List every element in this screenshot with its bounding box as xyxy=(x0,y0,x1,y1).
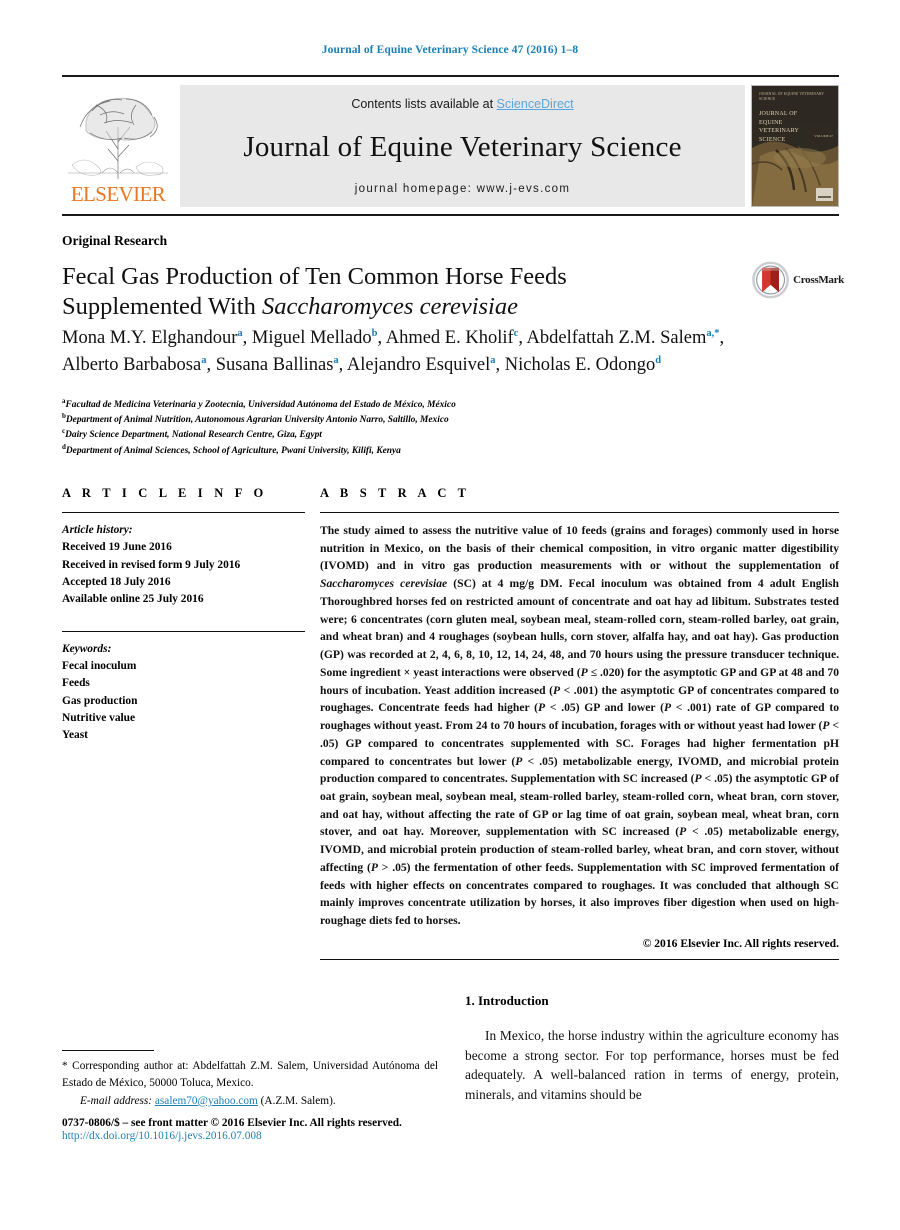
email-suffix: (A.Z.M. Salem). xyxy=(257,1094,336,1107)
abstract-text: The study aimed to assess the nutritive … xyxy=(320,522,839,930)
email-link[interactable]: asalem70@yahoo.com xyxy=(155,1095,258,1107)
cover-elsevier-mark xyxy=(816,188,833,201)
crossmark-badge[interactable]: CrossMark xyxy=(752,258,844,302)
title-line-2-prefix: Supplemented With xyxy=(62,292,262,320)
author-affil-mark[interactable]: a xyxy=(490,355,495,366)
history-item: Available online 25 July 2016 xyxy=(62,593,204,606)
keywords-block: Keywords: Fecal inoculum Feeds Gas produ… xyxy=(62,641,305,745)
keywords-rule xyxy=(62,630,305,632)
keywords-heading: Keywords: xyxy=(62,642,112,655)
sciencedirect-link[interactable]: ScienceDirect xyxy=(497,97,574,111)
title-line-1: Fecal Gas Production of Ten Common Horse… xyxy=(62,263,567,290)
abstract-top-rule xyxy=(320,512,839,513)
abstract-species: Saccharomyces cerevisiae xyxy=(320,577,448,591)
history-item: Received 19 June 2016 xyxy=(62,541,172,554)
affiliation-item: bDepartment of Animal Nutrition, Autonom… xyxy=(62,413,762,428)
author-affil-mark[interactable]: b xyxy=(372,328,378,339)
cover-top-text: JOURNAL OF EQUINE VETERINARY SCIENCE xyxy=(759,92,825,102)
author-list: Mona M.Y. Elghandoura, Miguel Melladob, … xyxy=(62,327,725,375)
author-name: Alberto Barbabosa xyxy=(62,354,202,375)
author-name: Miguel Mellado xyxy=(251,328,372,348)
author-name: Mona M.Y. Elghandour xyxy=(62,328,238,348)
author-name: Susana Ballinas xyxy=(215,354,334,375)
affiliation-item: cDairy Science Department, National Rese… xyxy=(62,428,762,443)
author-affil-mark[interactable]: a xyxy=(201,355,206,366)
cover-volume-label: VOLUME 47 xyxy=(814,134,833,138)
author-name: Abdelfattah Z.M. Salem xyxy=(526,328,707,348)
affiliation-text: Dairy Science Department, National Resea… xyxy=(65,430,322,441)
abstract-pvalue: P xyxy=(552,683,561,697)
history-item: Received in revised form 9 July 2016 xyxy=(62,558,241,571)
email-label: E-mail address: xyxy=(80,1094,153,1107)
issn-copyright-line: 0737-0806/$ – see front matter © 2016 El… xyxy=(62,1117,402,1129)
contents-available-line: Contents lists available at ScienceDirec… xyxy=(351,97,573,111)
article-info-column: A R T I C L E I N F O Article history: R… xyxy=(62,486,305,745)
affiliation-item: dDepartment of Animal Sciences, School o… xyxy=(62,443,762,459)
running-head: Journal of Equine Veterinary Science 47 … xyxy=(321,44,579,56)
article-history-block: Article history: Received 19 June 2016 R… xyxy=(62,522,305,609)
keyword-item: Yeast xyxy=(62,729,88,742)
abstract-bottom-rule xyxy=(320,958,839,960)
author-name: Ahmed E. Kholif xyxy=(385,328,514,348)
keyword-item: Nutritive value xyxy=(62,711,136,724)
author-affil-mark[interactable]: a,* xyxy=(706,328,719,339)
elsevier-tree-icon xyxy=(68,97,168,179)
corresponding-author-footnote: * Corresponding author at: Abdelfattah Z… xyxy=(62,1050,438,1110)
affiliation-text: Department of Animal Sciences, School of… xyxy=(65,445,401,456)
keyword-item: Gas production xyxy=(62,694,138,707)
contents-prefix: Contents lists available at xyxy=(351,97,497,111)
abstract-seg: > .05) the fermentation of other feeds. … xyxy=(320,860,839,928)
introduction-heading: 1. Introduction xyxy=(465,993,549,1008)
author-affil-mark[interactable]: a xyxy=(237,328,242,339)
imprint-block: 0737-0806/$ – see front matter © 2016 El… xyxy=(62,1117,482,1142)
abstract-pvalue: P xyxy=(663,701,672,715)
abstract-copyright: © 2016 Elsevier Inc. All rights reserved… xyxy=(642,936,839,950)
corresponding-author-text: * Corresponding author at: Abdelfattah Z… xyxy=(62,1060,438,1089)
abstract-pvalue: P xyxy=(580,665,588,679)
abstract-pvalue: P xyxy=(694,772,702,786)
cover-title-text: JOURNAL OF EQUINE VETERINARY SCIENCE xyxy=(759,111,799,144)
author-name: Alejandro Esquivel xyxy=(346,354,491,375)
footnote-rule xyxy=(62,1050,154,1051)
abstract-seg: The study aimed to assess the nutritive … xyxy=(320,524,839,573)
abstract-seg: < .05) GP and lower ( xyxy=(545,701,664,715)
affiliation-text: Facultad de Medicina Veterinaria y Zoote… xyxy=(65,400,456,410)
affiliation-text: Department of Animal Nutrition, Autonomo… xyxy=(65,415,449,426)
keyword-item: Fecal inoculum xyxy=(62,659,137,672)
affiliation-list: aFacultad de Medicina Veterinaria y Zoot… xyxy=(62,397,762,459)
masthead-bottom-rule xyxy=(62,214,839,216)
keyword-item: Feeds xyxy=(62,677,90,690)
article-history-heading: Article history: xyxy=(62,524,133,536)
affiliation-item: aFacultad de Medicina Veterinaria y Zoot… xyxy=(62,397,762,413)
elsevier-logo: ELSEVIER xyxy=(62,85,174,207)
journal-title: Journal of Equine Veterinary Science xyxy=(243,130,682,163)
crossmark-label: CrossMark xyxy=(793,274,844,286)
journal-cover-thumbnail: JOURNAL OF EQUINE VETERINARY SCIENCE JOU… xyxy=(751,85,839,207)
abstract-pvalue: P xyxy=(370,860,378,874)
abstract-seg: (SC) at 4 mg/g DM. Fecal inoculum was ob… xyxy=(320,577,839,679)
article-type-label: Original Research xyxy=(62,233,168,248)
author-affil-mark[interactable]: c xyxy=(514,328,519,339)
article-info-heading: A R T I C L E I N F O xyxy=(62,486,268,500)
journal-masthead: ELSEVIER Contents lists available at Sci… xyxy=(62,75,839,207)
introduction-section: 1. Introduction In Mexico, the horse ind… xyxy=(465,993,839,1104)
crossmark-icon xyxy=(752,261,789,299)
article-info-top-rule xyxy=(62,512,305,513)
journal-band: Contents lists available at ScienceDirec… xyxy=(180,85,745,207)
email-line: E-mail address: asalem70@yahoo.com (A.Z.… xyxy=(62,1093,438,1110)
doi-link[interactable]: http://dx.doi.org/10.1016/j.jevs.2016.07… xyxy=(62,1130,482,1142)
author-affil-mark[interactable]: a xyxy=(333,355,338,366)
abstract-heading: A B S T R A C T xyxy=(320,486,471,500)
history-item: Accepted 18 July 2016 xyxy=(62,575,171,588)
paper-page: Journal of Equine Veterinary Science 47 … xyxy=(0,0,900,1230)
journal-homepage[interactable]: journal homepage: www.j-evs.com xyxy=(355,183,570,195)
introduction-paragraph: In Mexico, the horse industry within the… xyxy=(465,1028,839,1102)
elsevier-wordmark: ELSEVIER xyxy=(70,182,166,206)
author-affil-mark[interactable]: d xyxy=(655,355,661,366)
author-name: Nicholas E. Odongo xyxy=(504,354,656,375)
title-species-name: Saccharomyces cerevisiae xyxy=(261,292,518,320)
abstract-column: A B S T R A C T The study aimed to asses… xyxy=(320,486,839,960)
page-title: Fecal Gas Production of Ten Common Horse… xyxy=(62,262,682,322)
